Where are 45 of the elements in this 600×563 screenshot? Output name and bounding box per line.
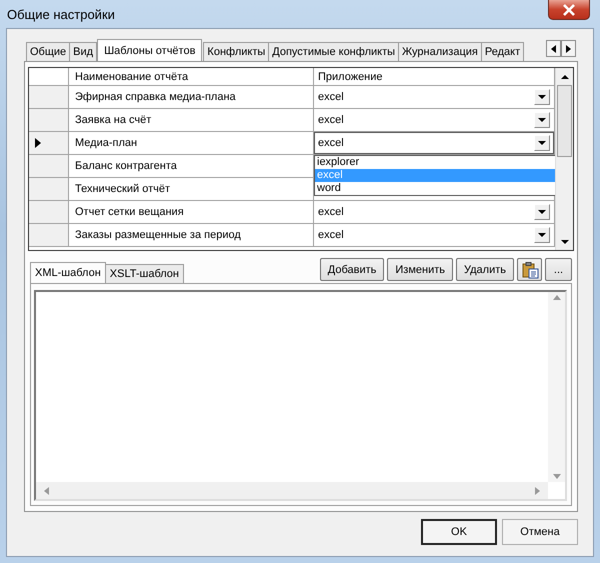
tab[interactable]: Шаблоны отчётов	[97, 39, 202, 61]
row-selector[interactable]	[29, 132, 69, 155]
vertical-scrollbar[interactable]	[555, 68, 573, 250]
combo-cell[interactable]: excel	[314, 109, 555, 132]
down-arrow-icon[interactable]	[560, 240, 568, 244]
scroll-left-button[interactable]	[546, 40, 561, 57]
dropdown-option[interactable]: word	[315, 182, 555, 195]
tab[interactable]: XSLT-шаблон	[104, 264, 184, 283]
combo-cell[interactable]: excel	[314, 132, 555, 155]
tab[interactable]: XML-шаблон	[30, 262, 106, 283]
up-arrow-icon[interactable]	[560, 74, 568, 78]
clipboard-icon	[520, 260, 538, 278]
dialog-button[interactable]: Отмена	[502, 519, 578, 545]
tab[interactable]: Редакт	[480, 42, 524, 61]
combo-cell[interactable]: excel	[314, 86, 555, 109]
dialog-button[interactable]: OK	[421, 519, 497, 545]
more-button[interactable]: ...	[545, 258, 572, 281]
combo-cell[interactable]: excel	[314, 224, 555, 247]
toolbar-button[interactable]: Удалить	[456, 258, 514, 281]
combo-cell[interactable]: excel	[314, 201, 555, 224]
current-row-icon	[35, 138, 41, 148]
table-cell: Технический отчёт	[69, 178, 314, 201]
close-button[interactable]	[548, 0, 590, 20]
column-header[interactable]: Наименование отчёта	[69, 68, 314, 86]
table-cell: Эфирная справка медиа-плана	[69, 86, 314, 109]
scroll-right-button[interactable]	[561, 40, 576, 57]
toolbar-button[interactable]: Изменить	[387, 258, 453, 281]
left-arrow-icon	[551, 44, 556, 52]
table-cell: Заявка на счёт	[69, 109, 314, 132]
tab[interactable]: Журнализация	[398, 42, 482, 61]
window-title: Общие настройки	[7, 7, 115, 22]
close-icon	[562, 4, 576, 16]
paste-button[interactable]	[517, 258, 542, 281]
tab[interactable]: Допустимые конфликты	[268, 42, 400, 61]
right-arrow-icon	[566, 44, 571, 52]
toolbar-button[interactable]: Добавить	[320, 258, 384, 281]
tab[interactable]: Общие	[26, 42, 70, 61]
tab[interactable]: Вид	[69, 42, 98, 61]
table-cell: Заказы размещенные за период	[69, 224, 314, 247]
table-cell: Отчет сетки вещания	[69, 201, 314, 224]
table-cell: Баланс контрагента	[69, 155, 314, 178]
table-cell: Медиа-план	[69, 132, 314, 155]
tab[interactable]: Конфликты	[203, 42, 270, 61]
dropdown-option[interactable]: iexplorer	[315, 156, 555, 169]
column-header[interactable]: Приложение	[314, 68, 555, 86]
